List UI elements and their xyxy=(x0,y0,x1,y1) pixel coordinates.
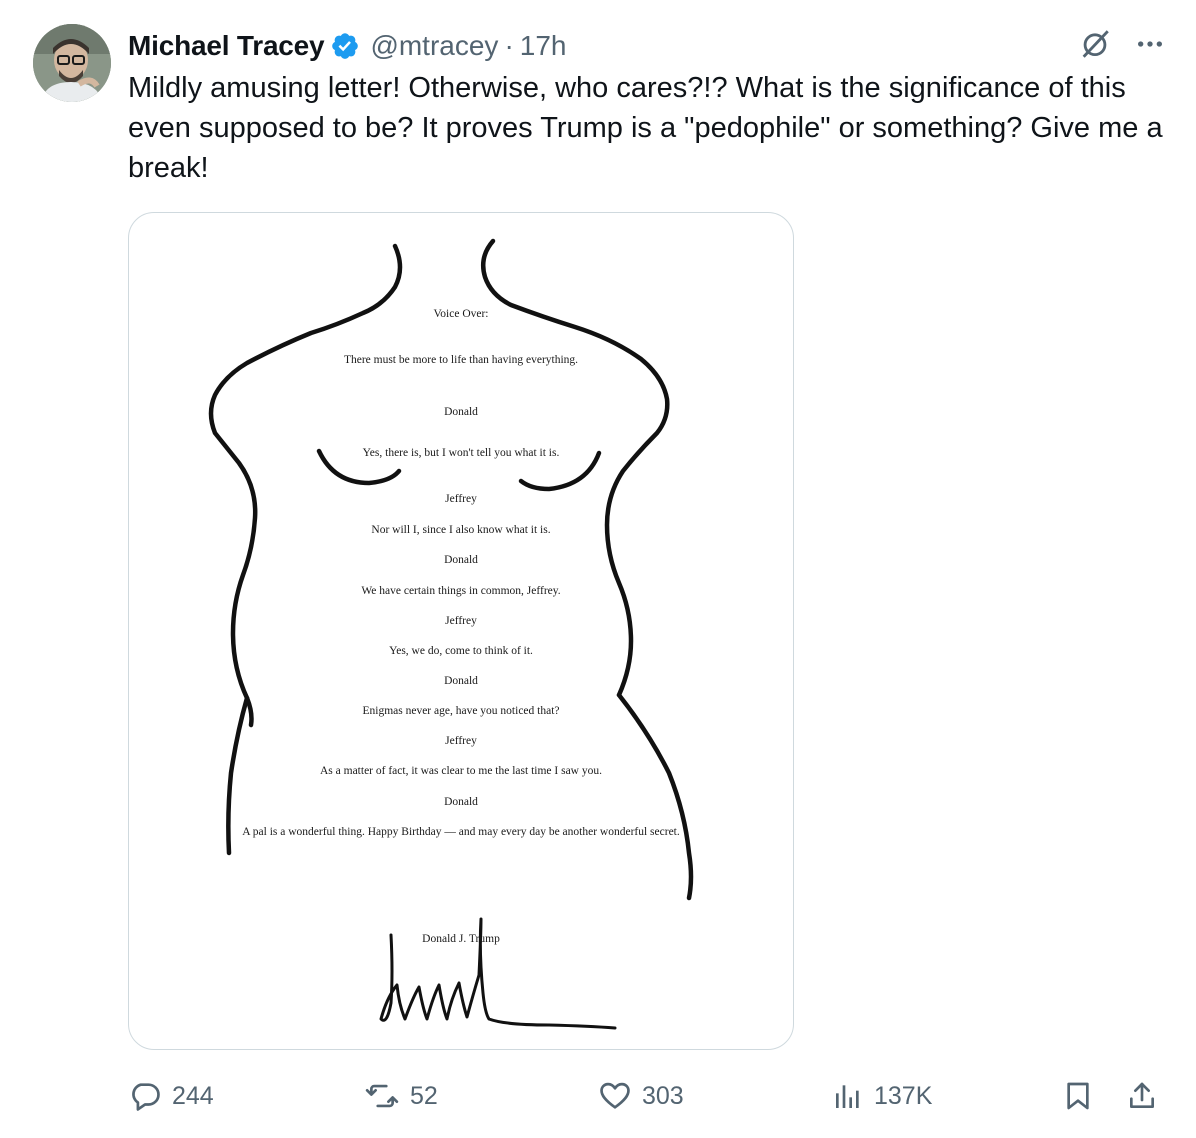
letter-line: There must be more to life than having e… xyxy=(343,354,579,366)
letter-line: A pal is a wonderful thing. Happy Birthd… xyxy=(242,826,680,838)
letter-line: Voice Over: xyxy=(433,308,489,320)
tweet-action-bar: 244 52 303 137K xyxy=(128,1074,1168,1118)
bookmark-button[interactable] xyxy=(1062,1074,1094,1118)
letter-line: Enigmas never age, have you noticed that… xyxy=(362,705,560,717)
views-button[interactable]: 137K xyxy=(832,1074,932,1118)
heart-icon xyxy=(600,1082,630,1109)
reply-count: 244 xyxy=(172,1081,214,1110)
like-button[interactable]: 303 xyxy=(598,1074,684,1118)
separator-dot: · xyxy=(504,30,514,61)
letter-text: Voice Over: There must be more to life t… xyxy=(129,213,793,1049)
reply-icon xyxy=(132,1083,160,1111)
repost-button[interactable]: 52 xyxy=(364,1074,438,1118)
grok-icon[interactable] xyxy=(1078,27,1112,66)
avatar[interactable] xyxy=(33,24,111,102)
letter-line: We have certain things in common, Jeffre… xyxy=(361,585,561,597)
letter-line: Jeffrey xyxy=(445,493,477,505)
tweet-header: Michael Tracey @mtracey · 17h xyxy=(128,28,1166,64)
letter-line: Donald xyxy=(444,675,478,687)
bookmark-icon xyxy=(1067,1082,1089,1110)
letter-line: Donald xyxy=(444,554,478,566)
share-icon xyxy=(1130,1082,1154,1108)
header-actions xyxy=(1078,28,1166,64)
letter-line: Donald xyxy=(444,796,478,808)
letter-line: Donald xyxy=(444,406,478,418)
more-options-icon[interactable] xyxy=(1134,28,1166,65)
repost-icon xyxy=(365,1084,399,1108)
author-handle[interactable]: @mtracey xyxy=(370,30,498,62)
tweet-timestamp[interactable]: 17h xyxy=(520,30,567,62)
letter-line: As a matter of fact, it was clear to me … xyxy=(320,765,602,777)
repost-count: 52 xyxy=(410,1081,438,1110)
letter-line: Jeffrey xyxy=(445,615,477,627)
like-count: 303 xyxy=(642,1081,684,1110)
verified-badge-icon[interactable] xyxy=(330,31,360,61)
share-button[interactable] xyxy=(1126,1074,1158,1118)
reply-button[interactable]: 244 xyxy=(128,1074,214,1118)
views-icon xyxy=(836,1085,859,1108)
tweet-media-image[interactable]: Voice Over: There must be more to life t… xyxy=(128,212,794,1050)
letter-line: Yes, we do, come to think of it. xyxy=(389,645,533,657)
views-count: 137K xyxy=(874,1081,933,1110)
letter-line: Jeffrey xyxy=(445,735,477,747)
letter-line: Yes, there is, but I won't tell you what… xyxy=(362,447,560,459)
letter-signature-name: Donald J. Trump xyxy=(422,933,500,945)
avatar-photo-icon xyxy=(33,24,111,102)
tweet-text: Mildly amusing letter! Otherwise, who ca… xyxy=(128,72,1171,184)
letter-line: Nor will I, since I also know what it is… xyxy=(371,524,551,536)
author-name[interactable]: Michael Tracey xyxy=(128,30,325,62)
